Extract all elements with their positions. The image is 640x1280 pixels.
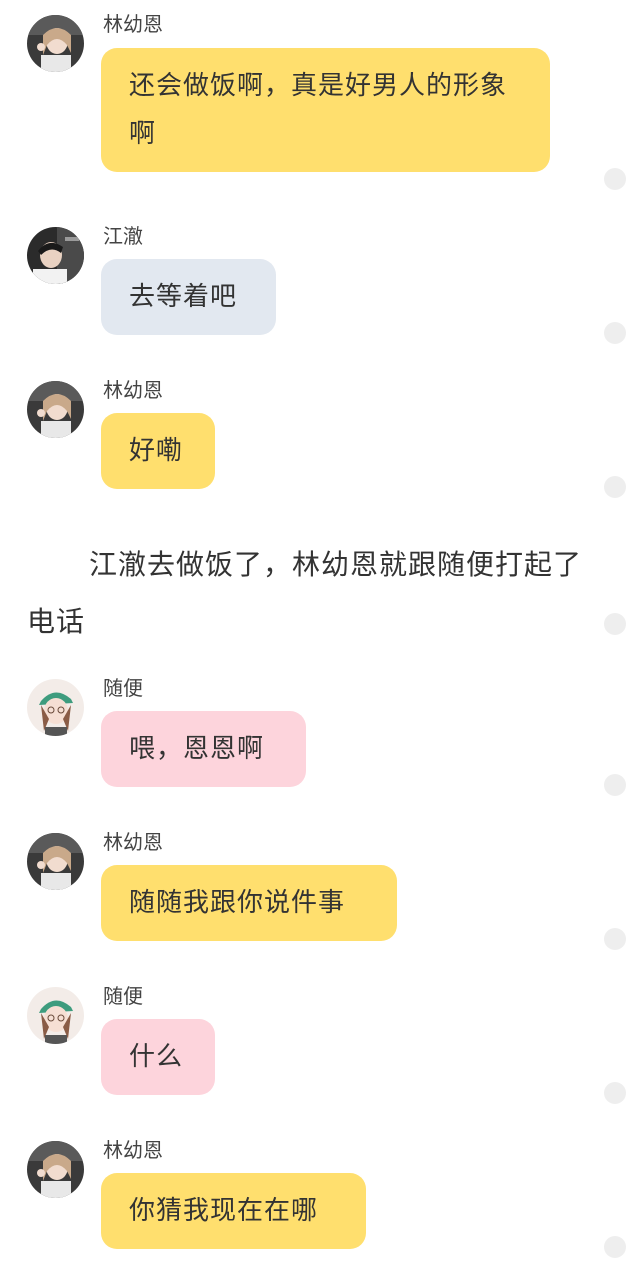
sender-name: 随便 bbox=[103, 984, 143, 1008]
avatar-suibian[interactable] bbox=[27, 679, 84, 736]
avatar-lin[interactable] bbox=[27, 833, 84, 890]
status-dot[interactable] bbox=[604, 613, 626, 635]
sender-name: 林幼恩 bbox=[103, 378, 163, 402]
message-bubble[interactable]: 去等着吧 bbox=[101, 259, 276, 335]
avatar-lin[interactable] bbox=[27, 381, 84, 438]
sender-name: 林幼恩 bbox=[103, 830, 163, 854]
avatar-suibian[interactable] bbox=[27, 987, 84, 1044]
sender-name: 林幼恩 bbox=[103, 1138, 163, 1162]
message-bubble[interactable]: 好嘞 bbox=[101, 413, 215, 489]
status-dot[interactable] bbox=[604, 774, 626, 796]
status-dot[interactable] bbox=[604, 476, 626, 498]
avatar-lin[interactable] bbox=[27, 1141, 84, 1198]
status-dot[interactable] bbox=[604, 1236, 626, 1258]
avatar-jiang[interactable] bbox=[27, 227, 84, 284]
status-dot[interactable] bbox=[604, 322, 626, 344]
status-dot[interactable] bbox=[604, 928, 626, 950]
sender-name: 林幼恩 bbox=[103, 12, 163, 36]
status-dot[interactable] bbox=[604, 168, 626, 190]
message-bubble[interactable]: 还会做饭啊，真是好男人的形象啊 bbox=[101, 48, 550, 172]
message-bubble[interactable]: 什么 bbox=[101, 1019, 215, 1095]
message-bubble[interactable]: 你猜我现在在哪 bbox=[101, 1173, 366, 1249]
sender-name: 江澈 bbox=[103, 224, 143, 248]
status-dot[interactable] bbox=[604, 1082, 626, 1104]
sender-name: 随便 bbox=[103, 676, 143, 700]
narration-text: 江澈去做饭了，林幼恩就跟随便打起了电话 bbox=[27, 548, 583, 638]
avatar-lin[interactable] bbox=[27, 15, 84, 72]
message-bubble[interactable]: 喂，恩恩啊 bbox=[101, 711, 306, 787]
message-bubble[interactable]: 随随我跟你说件事 bbox=[101, 865, 397, 941]
